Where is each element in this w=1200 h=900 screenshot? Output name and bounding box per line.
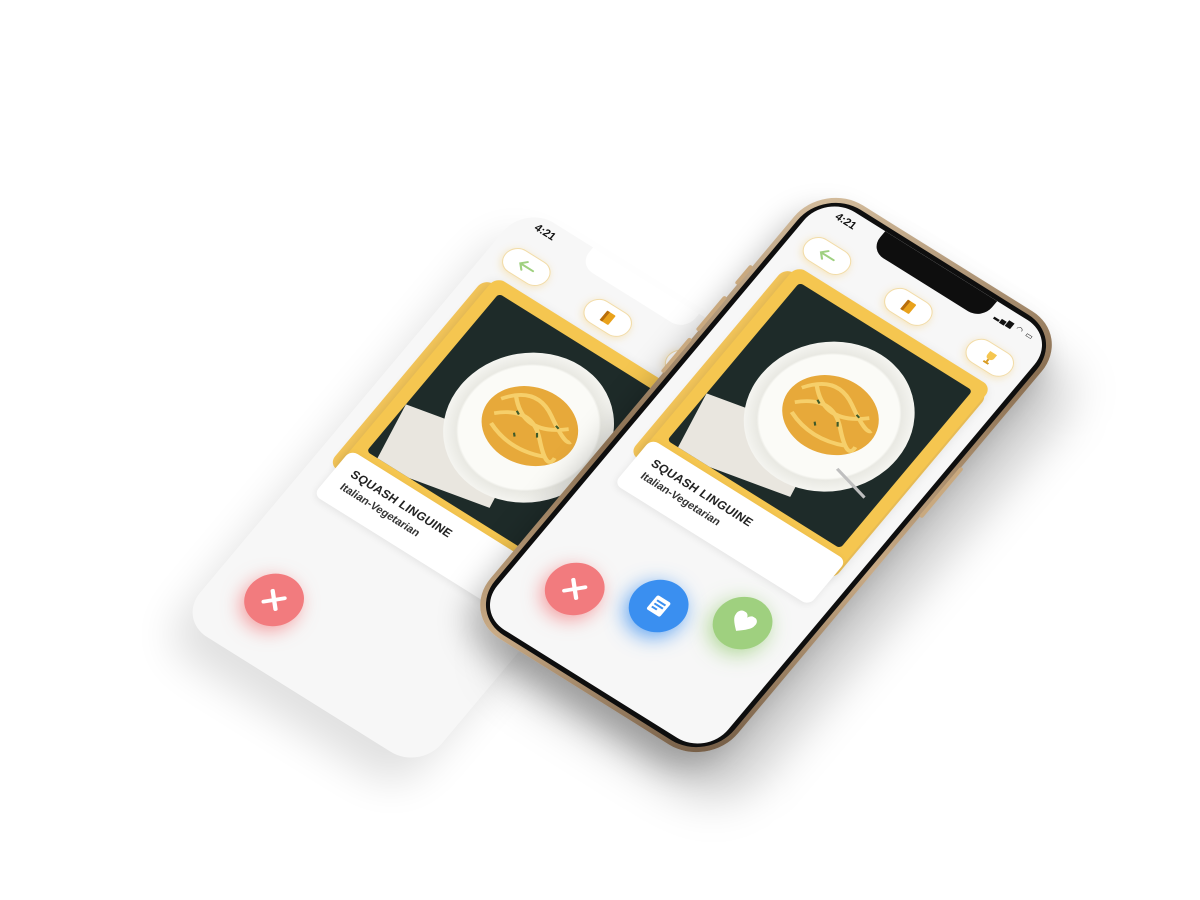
like-button[interactable] (700, 586, 785, 660)
battery-icon: ▭ (1023, 330, 1037, 342)
reject-button[interactable] (532, 552, 617, 626)
back-reject-button[interactable] (232, 563, 317, 637)
back-status-time: 4:21 (531, 222, 559, 244)
book-icon (900, 299, 917, 314)
view-recipe-button[interactable] (616, 569, 701, 643)
back-arrow-icon (519, 261, 535, 273)
signal-icon: ▂▄▆ (992, 311, 1017, 330)
status-time: 4:21 (832, 211, 859, 233)
heart-icon (734, 610, 757, 631)
plate (709, 312, 949, 521)
back-arrow-icon (819, 250, 835, 262)
close-icon (261, 588, 287, 611)
pasta-graphic (782, 375, 879, 499)
trophy-icon (982, 351, 998, 365)
recipe-card-icon (646, 595, 671, 617)
close-icon (562, 577, 588, 600)
book-icon (599, 310, 616, 325)
